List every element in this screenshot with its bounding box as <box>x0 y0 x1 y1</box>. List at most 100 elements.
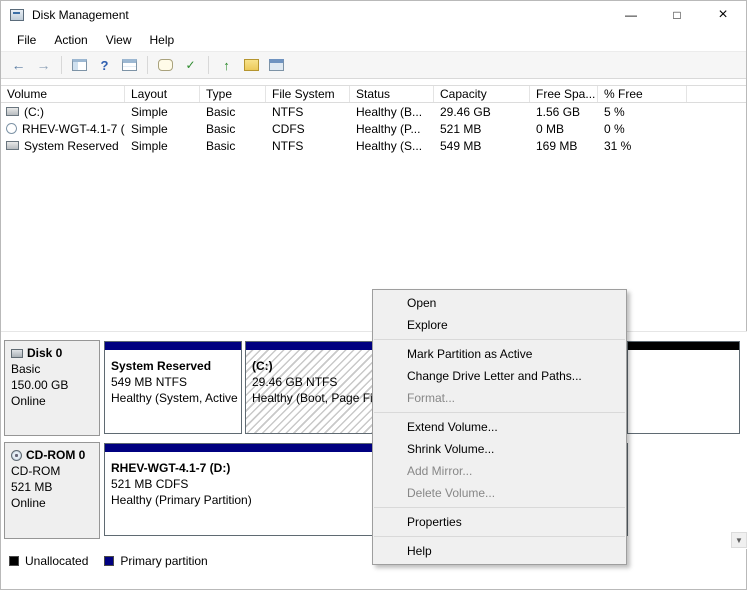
cd-icon <box>6 123 17 134</box>
folder-glyph <box>244 59 259 71</box>
column-header-volume[interactable]: Volume <box>1 86 125 102</box>
menu-separator <box>374 536 625 537</box>
menu-item-change-drive-letter[interactable]: Change Drive Letter and Paths... <box>373 365 626 387</box>
menu-help[interactable]: Help <box>141 30 184 50</box>
volume-row-rhev[interactable]: RHEV-WGT-4.1-7 (... Simple Basic CDFS He… <box>1 120 746 137</box>
unallocated-swatch <box>9 556 19 566</box>
disk-status: Online <box>11 496 99 510</box>
back-arrow-glyph: ← <box>12 58 26 72</box>
console-tree-icon[interactable] <box>68 54 91 76</box>
cell-file-system: CDFS <box>266 122 350 136</box>
views-icon[interactable] <box>265 54 288 76</box>
disk-name: CD-ROM 0 <box>26 448 85 462</box>
window-controls: — □ × <box>608 1 746 29</box>
menu-file[interactable]: File <box>8 30 45 50</box>
menu-item-help[interactable]: Help <box>373 540 626 562</box>
cell-volume: RHEV-WGT-4.1-7 (... <box>1 122 125 136</box>
volume-list-header: Volume Layout Type File System Status Ca… <box>1 85 746 103</box>
menu-item-properties[interactable]: Properties <box>373 511 626 533</box>
partition-health: Healthy (System, Active <box>111 391 241 405</box>
export-list-icon[interactable] <box>118 54 141 76</box>
volume-row-system-reserved[interactable]: System Reserved Simple Basic NTFS Health… <box>1 137 746 154</box>
cell-type: Basic <box>200 139 266 153</box>
menu-item-explore[interactable]: Explore <box>373 314 626 336</box>
disk-icon <box>11 349 23 358</box>
unallocated-region[interactable] <box>627 341 740 434</box>
cell-pct-free: 5 % <box>598 105 687 119</box>
cell-volume: System Reserved <box>1 139 125 153</box>
cell-status: Healthy (B... <box>350 105 434 119</box>
menu-item-delete-volume: Delete Volume... <box>373 482 626 504</box>
menu-action[interactable]: Action <box>45 30 96 50</box>
export-list-glyph <box>122 59 137 71</box>
action-pane-glyph <box>158 59 173 71</box>
menu-item-extend-volume[interactable]: Extend Volume... <box>373 416 626 438</box>
window-title: Disk Management <box>32 8 129 22</box>
cdrom0-header[interactable]: CD-ROM 0 CD-ROM 521 MB Online <box>4 442 100 539</box>
context-menu: Open Explore Mark Partition as Active Ch… <box>372 289 627 565</box>
column-header-type[interactable]: Type <box>200 86 266 102</box>
help-icon[interactable]: ? <box>93 54 116 76</box>
disk-size: 521 MB <box>11 480 99 494</box>
maximize-button[interactable]: □ <box>654 1 700 29</box>
menu-item-add-mirror: Add Mirror... <box>373 460 626 482</box>
close-button[interactable]: × <box>700 1 746 29</box>
menu-view[interactable]: View <box>97 30 141 50</box>
menu-separator <box>374 507 625 508</box>
menu-item-mark-partition-active[interactable]: Mark Partition as Active <box>373 343 626 365</box>
cdrom-icon <box>11 450 22 461</box>
app-icon <box>10 9 24 21</box>
folder-icon[interactable] <box>240 54 263 76</box>
drive-icon <box>6 107 19 116</box>
cell-type: Basic <box>200 105 266 119</box>
drive-icon <box>6 141 19 150</box>
column-header-capacity[interactable]: Capacity <box>434 86 530 102</box>
partition-title: System Reserved <box>111 359 241 373</box>
legend-label: Unallocated <box>25 554 88 568</box>
chevron-down-icon: ▼ <box>735 536 743 545</box>
column-header-free-space[interactable]: Free Spa... <box>530 86 598 102</box>
scroll-down-button[interactable]: ▼ <box>731 532 747 548</box>
menu-separator <box>374 339 625 340</box>
menu-item-format: Format... <box>373 387 626 409</box>
up-level-icon[interactable]: ↑ <box>215 54 238 76</box>
back-icon[interactable]: ← <box>7 54 30 76</box>
cell-capacity: 521 MB <box>434 122 530 136</box>
column-header-layout[interactable]: Layout <box>125 86 200 102</box>
menu-item-shrink-volume[interactable]: Shrink Volume... <box>373 438 626 460</box>
column-header-file-system[interactable]: File System <box>266 86 350 102</box>
check-disk-icon[interactable]: ✓ <box>179 54 202 76</box>
toolbar-separator <box>61 56 62 74</box>
cell-layout: Simple <box>125 139 200 153</box>
minimize-button[interactable]: — <box>608 1 654 29</box>
column-header-status[interactable]: Status <box>350 86 434 102</box>
cell-free-space: 169 MB <box>530 139 598 153</box>
cell-layout: Simple <box>125 105 200 119</box>
action-pane-icon[interactable] <box>154 54 177 76</box>
primary-partition-strip <box>105 342 241 350</box>
column-header-pct-free[interactable]: % Free <box>598 86 687 102</box>
forward-icon[interactable]: → <box>32 54 55 76</box>
unallocated-strip <box>628 342 739 350</box>
volume-row-c[interactable]: (C:) Simple Basic NTFS Healthy (B... 29.… <box>1 103 746 120</box>
partition-size: 549 MB NTFS <box>111 375 241 389</box>
legend-unallocated: Unallocated <box>9 554 88 568</box>
disk0-header[interactable]: Disk 0 Basic 150.00 GB Online <box>4 340 100 436</box>
legend-label: Primary partition <box>120 554 207 568</box>
cell-layout: Simple <box>125 122 200 136</box>
disk-size: 150.00 GB <box>11 378 99 392</box>
partition-system-reserved[interactable]: System Reserved 549 MB NTFS Healthy (Sys… <box>104 341 242 434</box>
disk-type: Basic <box>11 362 99 376</box>
menu-item-open[interactable]: Open <box>373 292 626 314</box>
up-arrow-glyph: ↑ <box>223 59 230 72</box>
cell-status: Healthy (S... <box>350 139 434 153</box>
cell-pct-free: 31 % <box>598 139 687 153</box>
disk-type: CD-ROM <box>11 464 99 478</box>
toolbar: ← → ? ✓ ↑ <box>1 51 746 79</box>
primary-partition-swatch <box>104 556 114 566</box>
forward-arrow-glyph: → <box>37 58 51 72</box>
cell-capacity: 29.46 GB <box>434 105 530 119</box>
volume-list: Volume Layout Type File System Status Ca… <box>1 85 746 154</box>
cell-file-system: NTFS <box>266 105 350 119</box>
check-glyph: ✓ <box>185 59 195 71</box>
